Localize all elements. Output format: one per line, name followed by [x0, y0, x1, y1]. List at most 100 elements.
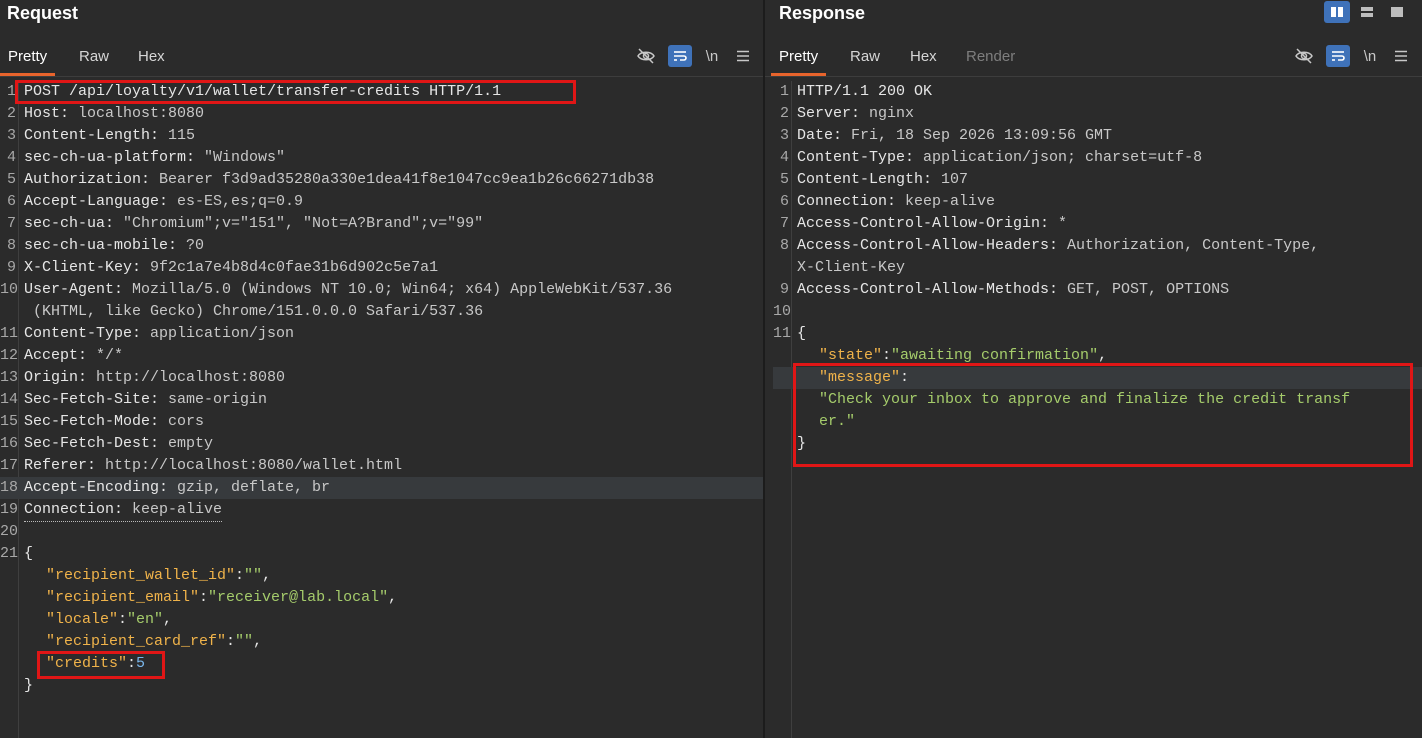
json-line: "credits":5 [0, 653, 763, 675]
eye-slash-icon[interactable] [1292, 45, 1316, 67]
line-number: 14 [0, 391, 19, 408]
line-text: sec-ch-ua-platform: "Windows" [24, 147, 285, 169]
tab-hex[interactable]: Hex [910, 42, 937, 76]
line-text: Content-Type: application/json; charset=… [797, 147, 1202, 169]
header-name: { [24, 545, 34, 562]
json-value: "receiver@lab.local" [208, 589, 389, 606]
newline-icon[interactable]: \n [1358, 45, 1382, 67]
code-line: X-Client-Key [773, 257, 1422, 279]
wrap-lines-icon[interactable] [1326, 45, 1350, 67]
header-name: sec-ch-ua: [24, 215, 124, 232]
line-text: Sec-Fetch-Site: same-origin [24, 389, 267, 411]
code-line: 15 Sec-Fetch-Mode: cors [0, 411, 763, 433]
split-vertical-icon[interactable] [1354, 1, 1380, 23]
header-name: Content-Type: [24, 325, 151, 342]
code-line: 11 { [773, 323, 1422, 345]
line-text: Access-Control-Allow-Headers: Authorizat… [797, 235, 1319, 257]
tab-raw[interactable]: Raw [850, 42, 880, 76]
header-name: Connection: [797, 193, 906, 210]
eye-slash-icon[interactable] [634, 45, 658, 67]
line-text: sec-ch-ua-mobile: ?0 [24, 235, 204, 257]
tab-raw[interactable]: Raw [79, 42, 109, 76]
line-text: Accept-Encoding: gzip, deflate, br [24, 477, 330, 499]
menu-icon[interactable] [731, 45, 755, 67]
json-brace: } [797, 435, 807, 452]
line-text: Referer: http://localhost:8080/wallet.ht… [24, 455, 402, 477]
code-line: 3 Date: Fri, 18 Sep 2026 13:09:56 GMT [773, 125, 1422, 147]
header-value: localhost:8080 [78, 105, 205, 122]
line-text: { [797, 323, 806, 345]
line-text: Sec-Fetch-Mode: cors [24, 411, 204, 433]
line-text: Access-Control-Allow-Methods: GET, POST,… [797, 279, 1229, 301]
header-name: Sec-Fetch-Dest: [24, 435, 169, 452]
line-number: 10 [773, 303, 792, 320]
json-brace: } [24, 677, 34, 694]
header-value: keep-alive [905, 193, 996, 210]
header-value: http://localhost:8080/wallet.html [105, 457, 403, 474]
code-line: 9 X-Client-Key: 9f2c1a7e4b8d4c0fae31b6d90… [0, 257, 763, 279]
line-number: 10 [0, 281, 19, 298]
json-pair: "message": [819, 367, 909, 389]
request-title: Request [7, 3, 79, 23]
json-key: "credits" [46, 655, 128, 672]
line-number: 20 [0, 523, 19, 540]
header-name: HTTP/1.1 200 OK [797, 83, 933, 100]
response-title: Response [779, 3, 866, 23]
response-editor[interactable]: 1 HTTP/1.1 200 OK 2 Server: nginx 3 Date: Fri… [773, 81, 1422, 738]
line-number: 6 [779, 193, 789, 210]
tab-hex[interactable]: Hex [138, 42, 165, 76]
header-value: X-Client-Key [797, 259, 906, 276]
header-name: Origin: [24, 369, 97, 386]
line-text: Host: localhost:8080 [24, 103, 204, 125]
code-line: 4 sec-ch-ua-platform: "Windows" [0, 147, 763, 169]
code-line: 14 Sec-Fetch-Site: same-origin [0, 389, 763, 411]
line-number: 8 [779, 237, 789, 254]
newline-icon[interactable]: \n [700, 45, 724, 67]
wrap-lines-icon[interactable] [668, 45, 692, 67]
json-key: "recipient_card_ref" [46, 633, 227, 650]
line-text: Content-Length: 107 [797, 169, 968, 191]
line-text: Accept: */* [24, 345, 123, 367]
header-value: (KHTML, like Gecko) Chrome/151.0.0.0 Saf… [24, 303, 484, 320]
json-pair: "Check your inbox to approve and finaliz… [819, 389, 1350, 411]
tab-render[interactable]: Render [966, 42, 1015, 76]
tab-pretty[interactable]: Pretty [0, 42, 56, 76]
menu-icon[interactable] [1389, 45, 1413, 67]
json-comma: , [388, 589, 398, 606]
split-horizontal-icon[interactable] [1324, 1, 1350, 23]
json-pair: "credits":5 [46, 653, 145, 675]
line-number: 13 [0, 369, 19, 386]
line-text: Server: nginx [797, 103, 914, 125]
json-line: "recipient_wallet_id":"", [0, 565, 763, 587]
line-text: Authorization: Bearer f3d9ad35280a330e1d… [24, 169, 654, 191]
code-line: 3 Content-Length: 115 [0, 125, 763, 147]
request-editor[interactable]: 1 POST /api/loyalty/v1/wallet/transfer-cr… [0, 81, 763, 738]
line-number: 1 [779, 83, 789, 100]
line-text: POST /api/loyalty/v1/wallet/transfer-cre… [24, 81, 501, 103]
line-text: Access-Control-Allow-Origin: * [797, 213, 1067, 235]
line-number: 9 [6, 259, 16, 276]
line-number: 8 [6, 237, 16, 254]
json-pair: } [797, 433, 806, 455]
header-value: http://localhost:8080 [96, 369, 286, 386]
json-line: "Check your inbox to approve and finaliz… [773, 389, 1422, 411]
header-value: es-ES,es;q=0.9 [177, 193, 304, 210]
json-value: "" [244, 567, 263, 584]
tab-pretty[interactable]: Pretty [770, 42, 827, 76]
code-line: 8 Access-Control-Allow-Headers: Authoriza… [773, 235, 1422, 257]
header-name: { [797, 325, 807, 342]
single-pane-icon[interactable] [1384, 1, 1410, 23]
line-text: Accept-Language: es-ES,es;q=0.9 [24, 191, 303, 213]
json-close: } [0, 675, 763, 697]
code-line: 11 Content-Type: application/json [0, 323, 763, 345]
json-line: er." [773, 411, 1422, 433]
header-name: Accept: [24, 347, 97, 364]
json-line: "locale":"en", [0, 609, 763, 631]
line-number: 15 [0, 413, 19, 430]
line-number: 21 [0, 545, 19, 562]
header-name: Access-Control-Allow-Origin: [797, 215, 1059, 232]
code-line: 8 sec-ch-ua-mobile: ?0 [0, 235, 763, 257]
json-colon: : [235, 567, 245, 584]
code-line: 2 Server: nginx [773, 103, 1422, 125]
response-pane: Response Pretty Raw Hex Render \n 1 HTTP/… [765, 0, 1422, 738]
